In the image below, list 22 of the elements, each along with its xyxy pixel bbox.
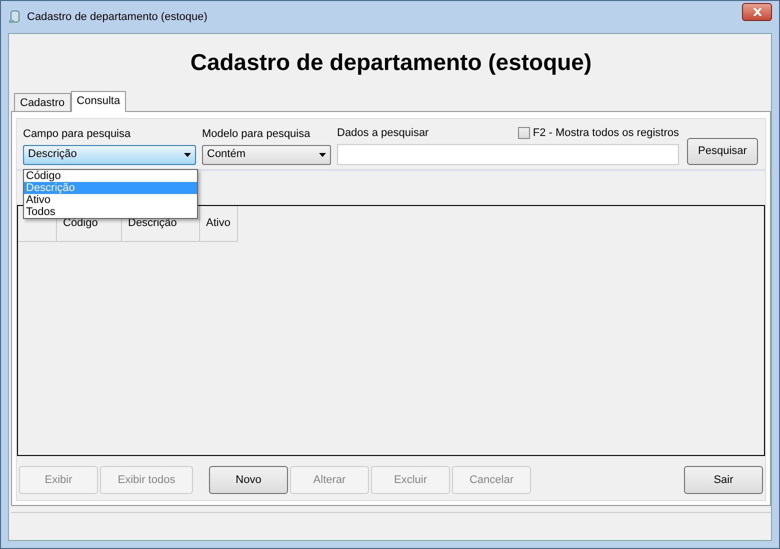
caret-icon bbox=[319, 152, 326, 156]
close-button[interactable] bbox=[742, 2, 772, 21]
window-title: Cadastro de departamento (estoque) bbox=[27, 10, 208, 24]
search-button[interactable]: Pesquisar bbox=[687, 138, 758, 164]
tab[interactable]: Cadastro bbox=[14, 93, 71, 111]
close-icon bbox=[752, 8, 762, 16]
dropdown-option[interactable]: Ativo bbox=[24, 194, 197, 206]
show-all-checkbox[interactable]: F2 - Mostra todos os registros bbox=[518, 125, 679, 142]
caret-icon bbox=[184, 152, 191, 156]
form-heading: Cadastro de departamento (estoque) bbox=[189, 48, 593, 77]
dropdown-option[interactable]: Código bbox=[24, 170, 197, 182]
search-input[interactable] bbox=[337, 144, 679, 164]
data-label: Dados a pesquisar bbox=[337, 126, 429, 141]
field-dropdown[interactable]: Descrição bbox=[23, 144, 196, 164]
field-label: Campo para pesquisa bbox=[23, 127, 132, 142]
model-dropdown[interactable]: Contém bbox=[202, 144, 331, 164]
action-button[interactable]: Novo bbox=[209, 466, 288, 494]
app-icon bbox=[8, 10, 22, 24]
model-label: Modelo para pesquisa bbox=[202, 127, 312, 142]
tab[interactable]: Consulta bbox=[70, 91, 126, 112]
exit-button[interactable]: Sair bbox=[684, 466, 763, 494]
column-header: Ativo bbox=[200, 206, 238, 242]
